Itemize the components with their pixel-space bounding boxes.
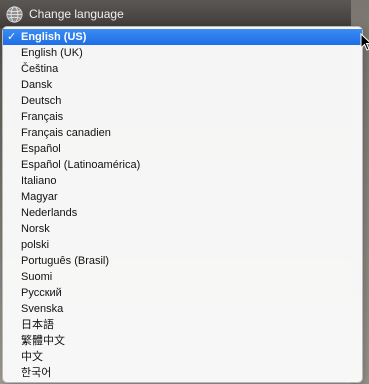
globe-icon [6, 5, 23, 23]
menu-item[interactable]: Español (Latinoamérica) [3, 157, 362, 173]
menu-item[interactable]: Italiano [3, 173, 362, 189]
menu-item-label: Español (Latinoamérica) [21, 159, 141, 171]
menu-item[interactable]: Suomi [3, 269, 362, 285]
menu-item[interactable]: 繁體中文 [3, 333, 362, 349]
menu-item[interactable]: Français [3, 109, 362, 125]
menu-item[interactable]: Svenska [3, 301, 362, 317]
menu-item-label: 中文 [21, 351, 43, 363]
menu-item-label: 日本語 [21, 319, 54, 331]
menu-item-label: Magyar [21, 191, 58, 203]
menu-item-label: Deutsch [21, 95, 62, 107]
menu-item[interactable]: 한국어 [3, 365, 362, 381]
menu-item-label: Suomi [21, 271, 53, 283]
menu-item[interactable]: Nederlands [3, 205, 362, 221]
menu-item-label: Norsk [21, 223, 50, 235]
menu-item-label: Dansk [21, 79, 53, 91]
menu-item-label: English (UK) [21, 47, 83, 59]
change-language-button[interactable]: Change language [6, 4, 124, 24]
menu-item[interactable]: Dansk [3, 77, 362, 93]
menu-item-label: Português (Brasil) [21, 255, 110, 267]
menu-item-label: English (US) [21, 31, 87, 43]
menu-item-label: Italiano [21, 175, 57, 187]
checkmark-icon: ✓ [7, 30, 17, 43]
menu-item[interactable]: Magyar [3, 189, 362, 205]
menu-item-label: Nederlands [21, 207, 78, 219]
menu-item-label: Français canadien [21, 127, 111, 139]
change-language-label: Change language [29, 7, 124, 21]
menu-item[interactable]: ✓ English (US) [3, 29, 362, 45]
menu-item-label: 繁體中文 [21, 335, 65, 347]
menu-item[interactable]: Español [3, 141, 362, 157]
menu-item[interactable]: English (UK) [3, 45, 362, 61]
menu-item-label: Svenska [21, 303, 64, 315]
menu-item[interactable]: Português (Brasil) [3, 253, 362, 269]
menu-item-label: Čeština [21, 63, 59, 75]
menu-item-label: polski [21, 239, 50, 251]
menu-item-label: 한국어 [21, 367, 52, 379]
menu-item-label: Français [21, 111, 64, 123]
menu-item[interactable]: Русский [3, 285, 362, 301]
menu-item[interactable]: 日本語 [3, 317, 362, 333]
menu-item[interactable]: Čeština [3, 61, 362, 77]
language-dropdown-menu: ✓ English (US) English (UK) Čeština Dansk Deu… [2, 26, 363, 383]
menu-item-label: Русский [21, 287, 62, 299]
mouse-cursor-icon [360, 33, 369, 51]
menu-item[interactable]: 中文 [3, 349, 362, 365]
menu-item[interactable]: Deutsch [3, 93, 362, 109]
menu-item-label: Español [21, 143, 61, 155]
menu-item[interactable]: polski [3, 237, 362, 253]
menu-item[interactable]: Français canadien [3, 125, 362, 141]
menu-item[interactable]: Norsk [3, 221, 362, 237]
